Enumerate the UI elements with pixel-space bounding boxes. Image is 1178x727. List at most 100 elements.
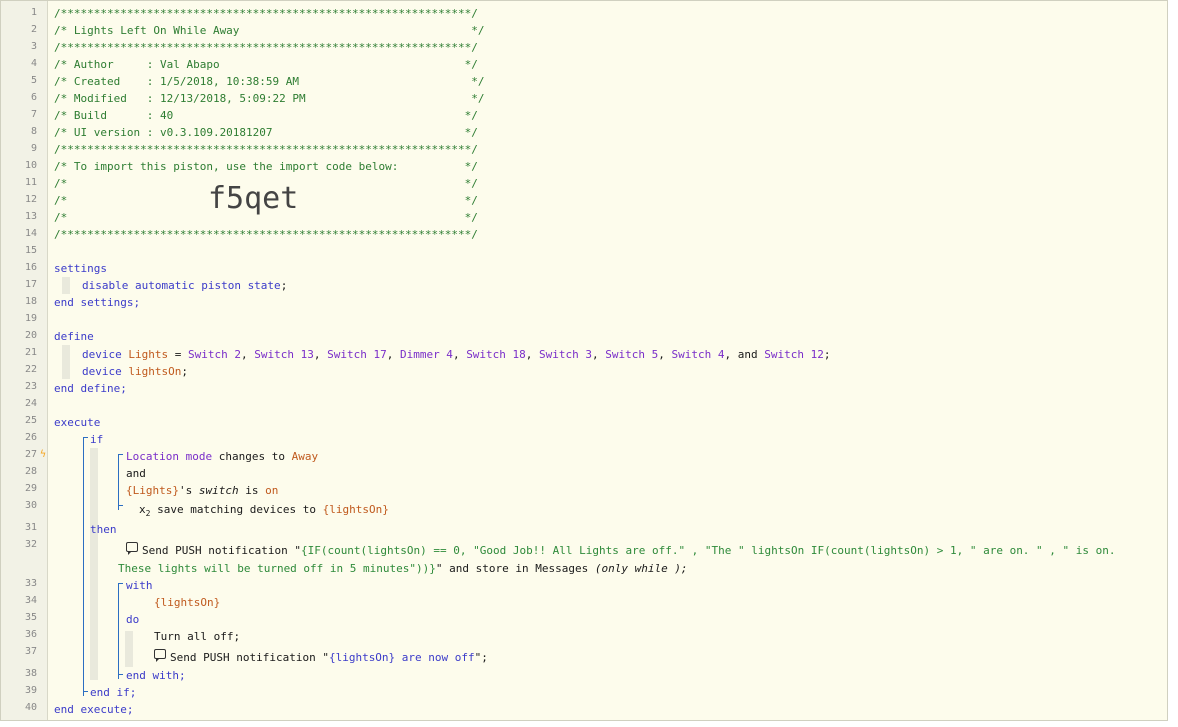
line-number: 39 bbox=[24, 685, 37, 696]
device-name: Switch 3 bbox=[539, 348, 593, 361]
line-number: 7 bbox=[30, 109, 37, 120]
condition-location-mode[interactable]: Location mode changes to Away bbox=[126, 448, 318, 465]
indent-guide bbox=[62, 277, 70, 294]
variable-name: Lights bbox=[128, 348, 169, 361]
if-keyword[interactable]: if bbox=[90, 431, 103, 448]
condition-attribute: switch bbox=[198, 484, 239, 497]
line-number: 38 bbox=[24, 668, 37, 679]
end-with-keyword: end with; bbox=[126, 669, 186, 682]
device-name: Switch 12 bbox=[764, 348, 824, 361]
line-number: 2 bbox=[30, 24, 37, 35]
if-block-bracket-top bbox=[83, 437, 88, 438]
device-name: Dimmer 4 bbox=[399, 348, 453, 361]
condition-operator: is bbox=[238, 484, 266, 497]
line-number: 19 bbox=[24, 313, 37, 324]
line-number: 35 bbox=[24, 612, 37, 623]
condition-lights-switch[interactable]: {Lights}'s switch is on bbox=[126, 482, 278, 499]
line-number: 3 bbox=[30, 41, 37, 52]
device-name: Switch 4 bbox=[671, 348, 725, 361]
condition-group-bracket bbox=[118, 454, 119, 510]
with-device-variable[interactable]: {lightsOn} bbox=[154, 594, 220, 611]
condition-value: Away bbox=[291, 450, 319, 463]
condition-and-operator[interactable]: and bbox=[126, 465, 146, 482]
line-number: 28 bbox=[24, 466, 37, 477]
device-name: Switch 5 bbox=[605, 348, 659, 361]
condition-attribute: Location mode bbox=[126, 450, 213, 463]
line-number: 40 bbox=[24, 702, 37, 713]
execute-keyword: execute bbox=[54, 416, 101, 429]
device-name: Switch 17 bbox=[327, 348, 387, 361]
line-number: 32 bbox=[24, 539, 37, 550]
line-number: 20 bbox=[24, 330, 37, 341]
save-matching-devices[interactable]: x2 save matching devices to {lightsOn} bbox=[139, 501, 389, 519]
push-expression: {IF(count(lightsOn) == 0, "Good Job!! Al… bbox=[300, 544, 1116, 557]
line-number: 37 bbox=[24, 646, 37, 657]
speech-bubble-icon bbox=[126, 542, 138, 555]
trigger-bolt-icon: ϟ bbox=[40, 449, 47, 460]
line-number: 11 bbox=[24, 177, 37, 188]
push-variable: {lightsOn} bbox=[328, 651, 396, 664]
settings-text: disable automatic piston state bbox=[82, 279, 281, 292]
device-keyword: device bbox=[82, 365, 122, 378]
comment-line: /* Created : 1/5/2018, 10:38:59 AM */ bbox=[54, 75, 485, 88]
define-lights-statement[interactable]: device Lights = Switch 2, Switch 13, Swi… bbox=[82, 346, 830, 363]
if-block-bracket-bottom bbox=[83, 691, 88, 692]
settings-statement[interactable]: disable automatic piston state; bbox=[82, 277, 287, 294]
save-mark: x bbox=[139, 503, 146, 516]
line-number: 16 bbox=[24, 262, 37, 273]
condition-group-bracket-bottom bbox=[118, 505, 123, 506]
comment-line: /***************************************… bbox=[54, 143, 478, 156]
line-number: 14 bbox=[24, 228, 37, 239]
do-keyword[interactable]: do bbox=[126, 611, 139, 628]
and-word: and bbox=[737, 348, 758, 361]
line-number: 31 bbox=[24, 522, 37, 533]
comment-line: /* Build : 40 */ bbox=[54, 109, 478, 122]
turn-all-off-statement[interactable]: Turn all off; bbox=[154, 628, 240, 645]
define-lightson-statement[interactable]: device lightsOn; bbox=[82, 363, 188, 380]
import-code[interactable]: f5qet bbox=[208, 181, 298, 216]
with-block-bracket bbox=[118, 583, 119, 679]
indent-guide bbox=[62, 345, 70, 379]
end-execute-keyword: end execute; bbox=[54, 703, 134, 716]
line-number: 25 bbox=[24, 415, 37, 426]
line-number: 36 bbox=[24, 629, 37, 640]
push-notification-statement[interactable]: Send PUSH notification "{IF(count(lights… bbox=[126, 542, 1116, 559]
line-number: 26 bbox=[24, 432, 37, 443]
save-variable: {lightsOn} bbox=[322, 503, 389, 516]
then-keyword[interactable]: then bbox=[90, 521, 117, 538]
line-number: 29 bbox=[24, 483, 37, 494]
define-keyword: define bbox=[54, 330, 94, 343]
comment-line: /* To import this piston, use the import… bbox=[54, 160, 478, 173]
line-number-gutter: 1 2 3 4 5 6 7 8 9 10 11 12 13 14 15 16 1… bbox=[1, 1, 48, 720]
condition-device: {Lights} bbox=[126, 484, 179, 497]
device-name: Switch 2 bbox=[188, 348, 241, 361]
line-number: 33 bbox=[24, 578, 37, 589]
if-block-bracket bbox=[83, 437, 84, 696]
end-if-keyword: end if; bbox=[90, 686, 137, 699]
line-number: 15 bbox=[24, 245, 37, 256]
line-number: 13 bbox=[24, 211, 37, 222]
only-while-restriction: (only while ); bbox=[594, 562, 688, 575]
push-suffix: "; bbox=[474, 651, 488, 664]
possessive: 's bbox=[178, 484, 199, 497]
line-number: 27 bbox=[24, 449, 37, 460]
push-prefix: Send PUSH notification " bbox=[142, 544, 301, 557]
line-number: 30 bbox=[24, 500, 37, 511]
with-block-bracket-top bbox=[118, 583, 123, 584]
line-number: 8 bbox=[30, 126, 37, 137]
save-subscript: 2 bbox=[145, 509, 151, 518]
push-prefix: Send PUSH notification " bbox=[170, 651, 329, 664]
end-define-keyword: end define; bbox=[54, 382, 127, 395]
line-number: 34 bbox=[24, 595, 37, 606]
device-keyword: device bbox=[82, 348, 122, 361]
push-notification-statement-2[interactable]: Send PUSH notification "{lightsOn} are n… bbox=[154, 649, 488, 666]
save-matching-icon: x2 bbox=[139, 503, 151, 518]
line-number: 10 bbox=[24, 160, 37, 171]
line-number: 5 bbox=[30, 75, 37, 86]
push-notification-continuation[interactable]: These lights will be turned off in 5 min… bbox=[118, 560, 688, 577]
equals-sign: = bbox=[168, 348, 188, 361]
piston-code-editor: 1 2 3 4 5 6 7 8 9 10 11 12 13 14 15 16 1… bbox=[0, 0, 1168, 721]
end-settings-keyword: end settings; bbox=[54, 296, 141, 309]
with-keyword[interactable]: with bbox=[126, 577, 153, 594]
save-text: save matching devices to bbox=[157, 503, 323, 516]
